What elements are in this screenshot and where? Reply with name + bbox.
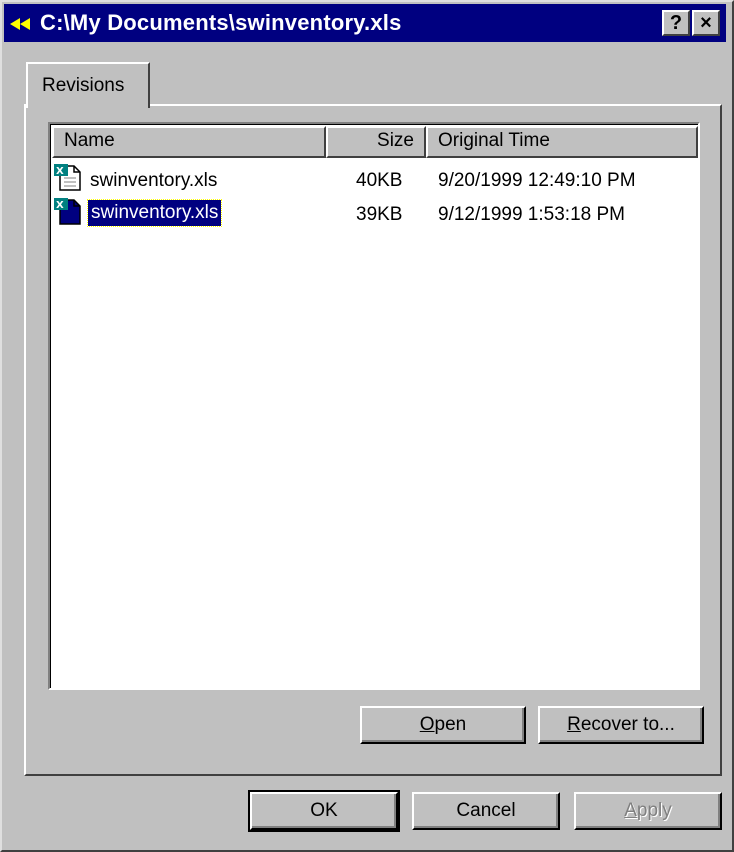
column-header-size[interactable]: Size — [326, 126, 426, 158]
file-size: 39KB — [356, 204, 403, 225]
list-item[interactable]: X swinventory.xls 40KB 9/20/1999 12:49:1… — [52, 164, 692, 196]
column-header-name[interactable]: Name — [52, 126, 326, 158]
apply-button[interactable]: Apply — [574, 792, 722, 830]
help-button[interactable]: ? — [662, 10, 690, 36]
svg-text:X: X — [56, 200, 64, 211]
revisions-list[interactable]: Name Size Original Time X swinventory.xl… — [48, 122, 700, 690]
title-bar[interactable]: C:\My Documents\swinventory.xls ? × — [4, 4, 726, 42]
file-name: swinventory.xls — [90, 170, 218, 191]
open-button[interactable]: Open — [360, 706, 526, 744]
back-arrows-icon — [10, 18, 30, 30]
cancel-button[interactable]: Cancel — [412, 792, 560, 830]
recover-to-button[interactable]: Recover to... — [538, 706, 704, 744]
ok-button[interactable]: OK — [248, 790, 400, 832]
window-title: C:\My Documents\swinventory.xls — [40, 10, 402, 35]
tab-revisions[interactable]: Revisions — [26, 62, 150, 108]
tab-revisions-label: Revisions — [42, 75, 125, 96]
svg-text:X: X — [56, 166, 64, 177]
file-time: 9/12/1999 1:53:18 PM — [438, 204, 625, 225]
excel-document-icon: X — [54, 164, 81, 191]
file-time: 9/20/1999 12:49:10 PM — [438, 170, 636, 191]
file-name: swinventory.xls — [86, 199, 223, 227]
close-button[interactable]: × — [692, 10, 720, 36]
file-size: 40KB — [356, 170, 403, 191]
excel-document-icon: X — [54, 198, 81, 225]
list-item-selected[interactable]: X swinventory.xls 39KB 9/12/1999 1:53:18… — [52, 198, 692, 230]
column-header-original-time[interactable]: Original Time — [426, 126, 698, 158]
